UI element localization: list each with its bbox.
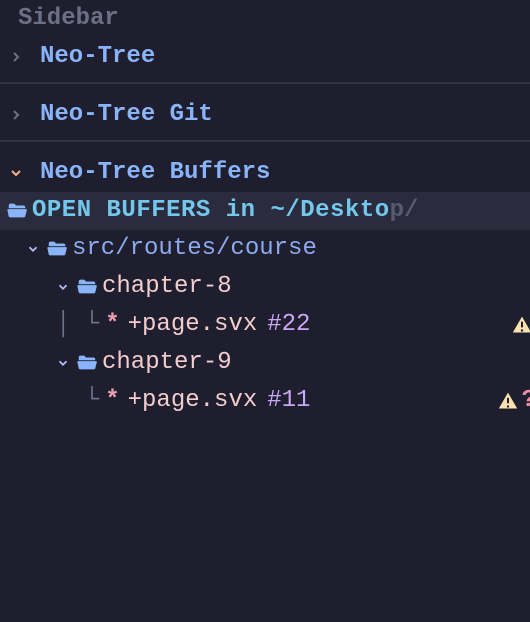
dir-label: chapter-8 [102,268,232,306]
git-untracked-icon: ? [522,382,530,420]
source-label: Neo-Tree [40,38,155,76]
source-label: Neo-Tree Git [40,96,213,134]
file-name: +page.svx [128,306,258,344]
chevron-down-icon [26,242,46,256]
header-text: Sidebar [18,0,119,38]
source-neo-tree[interactable]: Neo-Tree [0,38,530,76]
modified-indicator: * [105,306,119,344]
warning-icon [498,391,520,411]
sidebar-header: Sidebar [0,0,530,38]
modified-indicator: * [105,382,119,420]
folder-open-icon [46,238,72,260]
open-buffers-cutoff: p/ [390,192,419,230]
divider [0,82,530,84]
chevron-down-icon [8,165,30,181]
tree-dir-chapter-8[interactable]: chapter-8 [0,268,530,306]
buffer-number: #11 [267,382,310,420]
folder-open-icon [76,276,102,298]
tree-guide: └ [56,382,99,420]
open-buffers-row[interactable]: OPEN BUFFERS in ~/Desktop/ [0,192,530,230]
dir-label: chapter-9 [102,344,232,382]
source-neo-tree-buffers[interactable]: Neo-Tree Buffers [0,154,530,192]
buffer-number: #22 [267,306,310,344]
tree-file[interactable]: └ * +page.svx #11 ? [0,382,530,420]
chevron-right-icon [8,107,30,123]
tree-root[interactable]: src/routes/course [0,230,530,268]
file-name: +page.svx [128,382,258,420]
chevron-right-icon [8,49,30,65]
chevron-down-icon [56,356,76,370]
chevron-down-icon [56,280,76,294]
source-label: Neo-Tree Buffers [40,154,270,192]
source-neo-tree-git[interactable]: Neo-Tree Git [0,96,530,134]
tree-dir-chapter-9[interactable]: chapter-9 [0,344,530,382]
tree-guide: │ └ [56,306,99,344]
open-buffers-path: ~/Deskto [270,192,389,230]
tree-root-label: src/routes/course [72,230,317,268]
warning-icon [512,315,530,335]
tree-file[interactable]: │ └ * +page.svx #22 [0,306,530,344]
divider [0,140,530,142]
folder-open-icon [6,200,32,222]
folder-open-icon [76,352,102,374]
open-buffers-title: OPEN BUFFERS in [32,192,270,230]
